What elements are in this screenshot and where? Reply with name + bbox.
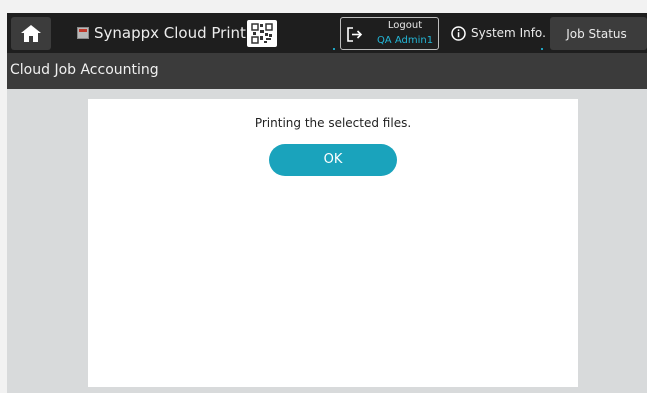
system-info-label: System Info. (471, 26, 546, 40)
info-icon (451, 26, 466, 41)
page-title: Cloud Job Accounting (10, 62, 159, 78)
message-dialog: Printing the selected files. OK (88, 99, 578, 387)
logged-in-user: QA Admin1 (376, 35, 434, 46)
system-info-button[interactable]: System Info. (447, 17, 547, 50)
app-title: Synappx Cloud Print (94, 24, 246, 42)
qr-code-button[interactable] (247, 20, 277, 47)
qr-code-icon (250, 22, 274, 45)
screen-frame: Synappx Cloud Print Logout QA Admin1 Sys… (7, 13, 647, 393)
app-icon (77, 27, 89, 39)
job-status-button[interactable]: Job Status (550, 17, 647, 50)
job-status-label: Job Status (566, 27, 627, 41)
logout-icon (347, 27, 363, 42)
title-bar: Cloud Job Accounting (7, 53, 647, 89)
home-icon (21, 25, 41, 42)
top-bar: Synappx Cloud Print Logout QA Admin1 Sys… (7, 13, 647, 53)
ok-button[interactable]: OK (269, 144, 397, 176)
indicator-dot (333, 48, 335, 50)
logout-label: Logout (387, 20, 423, 31)
indicator-dot (541, 48, 543, 50)
home-button[interactable] (11, 17, 51, 50)
dialog-message: Printing the selected files. (254, 116, 412, 130)
logout-button[interactable]: Logout QA Admin1 (340, 17, 439, 50)
